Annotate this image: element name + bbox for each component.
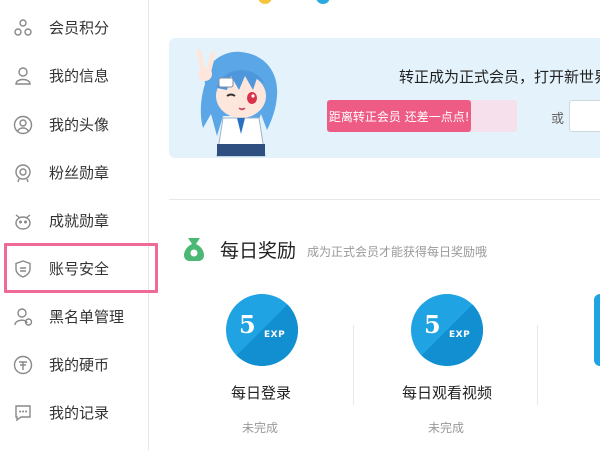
avatar-icon [13, 115, 33, 135]
membership-progress-button[interactable]: 距离转正会员 还差一点点! [327, 100, 517, 132]
mascot-image [183, 44, 293, 158]
sidebar-item-label: 我的记录 [49, 404, 110, 422]
sidebar-item-avatar[interactable]: 我的头像 [0, 101, 148, 149]
highlight-box [4, 243, 158, 293]
exp-badge-partial [594, 294, 600, 366]
sidebar-item-label: 我的信息 [49, 67, 110, 85]
exp-badge: 5 EXP [411, 294, 483, 366]
sidebar-item-label: 我的硬币 [49, 356, 110, 374]
sidebar-item-user-info[interactable]: 我的信息 [0, 52, 148, 100]
progress-label: 距离转正会员 还差一点点! [328, 109, 470, 124]
user-info-icon [13, 66, 33, 86]
sidebar-item-blacklist[interactable]: 黑名单管理 [0, 293, 148, 341]
blacklist-icon [13, 307, 33, 327]
sidebar-item-label: 粉丝勋章 [49, 164, 110, 182]
reward-status: 未完成 [428, 421, 465, 435]
exp-badge: 5 EXP [226, 294, 298, 366]
reward-name: 每日观看视频 [402, 384, 493, 402]
sidebar-item-label: 成就勋章 [49, 212, 110, 230]
achievement-medal-icon [13, 211, 33, 231]
reward-divider [353, 325, 354, 405]
sidebar-item-achievement-medal[interactable]: 成就勋章 [0, 197, 148, 245]
sidebar-item-records[interactable]: 我的记录 [0, 389, 148, 437]
progress-fill: 距离转正会员 还差一点点! [327, 100, 472, 132]
section-title: 每日奖励 [220, 240, 297, 262]
exp-value: 5 [239, 310, 256, 339]
sidebar-item-label: 我的头像 [49, 116, 110, 134]
sidebar-item-label: 黑名单管理 [49, 308, 125, 326]
members-points-icon [13, 18, 33, 38]
sidebar-item-label: 会员积分 [49, 19, 110, 37]
reward-name: 每日登录 [231, 384, 292, 402]
exp-value: 5 [424, 310, 441, 339]
sidebar-item-fan-medal[interactable]: 粉丝勋章 [0, 149, 148, 197]
sidebar-item-coins[interactable]: 我的硬币 [0, 341, 148, 389]
section-divider [169, 199, 600, 200]
record-icon [13, 403, 33, 423]
reward-divider [537, 325, 538, 405]
money-bag-icon [179, 234, 209, 264]
answer-button[interactable] [569, 100, 600, 132]
fan-medal-icon [13, 163, 33, 183]
membership-banner: 转正成为正式会员，打开新世界的 距离转正会员 还差一点点! 或 [169, 38, 600, 158]
section-subtitle: 成为正式会员才能获得每日奖励哦 [307, 245, 488, 259]
reward-status: 未完成 [242, 421, 279, 435]
sidebar-item-members-points[interactable]: 会员积分 [0, 4, 148, 52]
exp-unit: EXP [264, 330, 286, 340]
banner-text: 转正成为正式会员，打开新世界的 [399, 68, 600, 86]
or-text: 或 [551, 112, 565, 127]
exp-unit: EXP [449, 330, 471, 340]
coin-icon [13, 355, 33, 375]
sidebar: 会员积分 我的信息 我的头像 粉丝勋章 成就勋章 账号安全 黑名单管理 我的硬币… [0, 0, 149, 450]
